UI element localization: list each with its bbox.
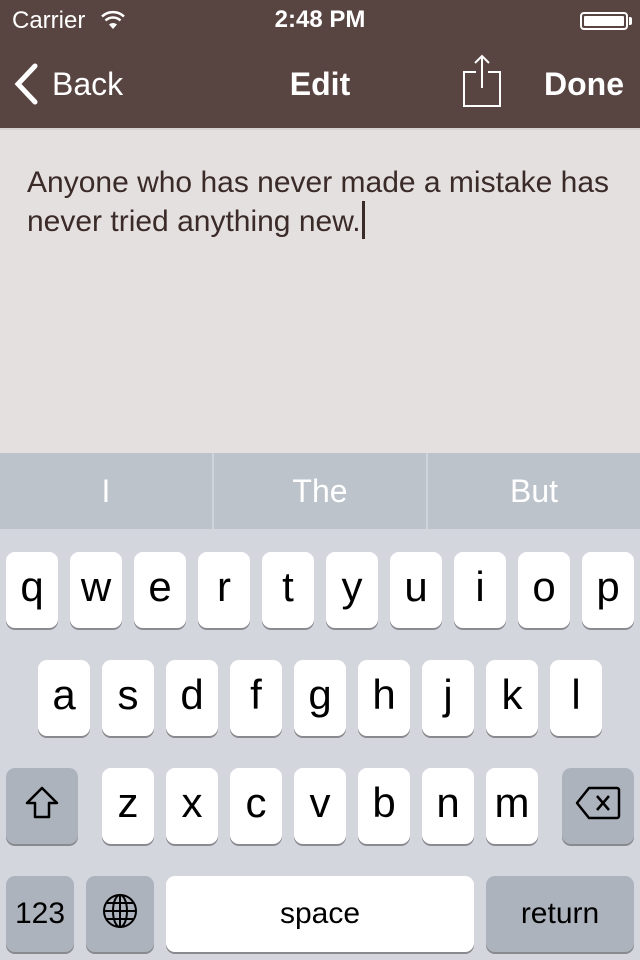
key[interactable]: z bbox=[102, 768, 154, 844]
key[interactable]: f bbox=[230, 660, 282, 736]
done-button[interactable]: Done bbox=[544, 66, 624, 103]
key[interactable]: c bbox=[230, 768, 282, 844]
key[interactable]: w bbox=[70, 552, 122, 628]
key[interactable]: g bbox=[294, 660, 346, 736]
suggestion-item[interactable]: The bbox=[212, 453, 426, 529]
key[interactable]: i bbox=[454, 552, 506, 628]
share-icon bbox=[463, 54, 501, 107]
key[interactable]: x bbox=[166, 768, 218, 844]
key[interactable]: v bbox=[294, 768, 346, 844]
status-time: 2:48 PM bbox=[274, 6, 366, 33]
key[interactable]: n bbox=[422, 768, 474, 844]
shift-key[interactable] bbox=[6, 768, 78, 844]
globe-icon bbox=[103, 894, 137, 928]
editor-text: Anyone who has never made a mistake has … bbox=[27, 166, 609, 238]
key[interactable]: k bbox=[486, 660, 538, 736]
key[interactable]: t bbox=[262, 552, 314, 628]
globe-key[interactable] bbox=[86, 876, 154, 952]
key[interactable]: b bbox=[358, 768, 410, 844]
suggestion-item[interactable]: I bbox=[0, 453, 212, 529]
key[interactable]: m bbox=[486, 768, 538, 844]
suggestion-bar: I The But bbox=[0, 453, 640, 529]
key[interactable]: q bbox=[6, 552, 58, 628]
top-bar: Carrier 2:48 PM Back Edit Done bbox=[0, 0, 640, 128]
key[interactable]: r bbox=[198, 552, 250, 628]
backspace-icon bbox=[575, 786, 621, 820]
shift-icon bbox=[25, 786, 59, 819]
key[interactable]: y bbox=[326, 552, 378, 628]
text-editor[interactable]: Anyone who has never made a mistake has … bbox=[0, 128, 640, 453]
battery-icon bbox=[580, 12, 628, 30]
key[interactable]: d bbox=[166, 660, 218, 736]
key[interactable]: o bbox=[518, 552, 570, 628]
key[interactable]: p bbox=[582, 552, 634, 628]
key[interactable]: l bbox=[550, 660, 602, 736]
battery-tip bbox=[629, 17, 632, 25]
back-button[interactable]: Back bbox=[14, 62, 123, 106]
key[interactable]: a bbox=[38, 660, 90, 736]
key[interactable]: s bbox=[102, 660, 154, 736]
space-key[interactable]: space bbox=[166, 876, 474, 952]
editor-content[interactable]: Anyone who has never made a mistake has … bbox=[27, 164, 617, 240]
key[interactable]: j bbox=[422, 660, 474, 736]
key[interactable]: h bbox=[358, 660, 410, 736]
numbers-key[interactable]: 123 bbox=[6, 876, 74, 952]
return-key[interactable]: return bbox=[486, 876, 634, 952]
suggestion-item[interactable]: But bbox=[426, 453, 640, 529]
back-label: Back bbox=[52, 65, 124, 102]
key[interactable]: e bbox=[134, 552, 186, 628]
share-button[interactable] bbox=[462, 54, 504, 110]
text-caret bbox=[361, 201, 365, 239]
key[interactable]: u bbox=[390, 552, 442, 628]
chevron-left-icon bbox=[14, 63, 38, 105]
delete-key[interactable] bbox=[562, 768, 634, 844]
